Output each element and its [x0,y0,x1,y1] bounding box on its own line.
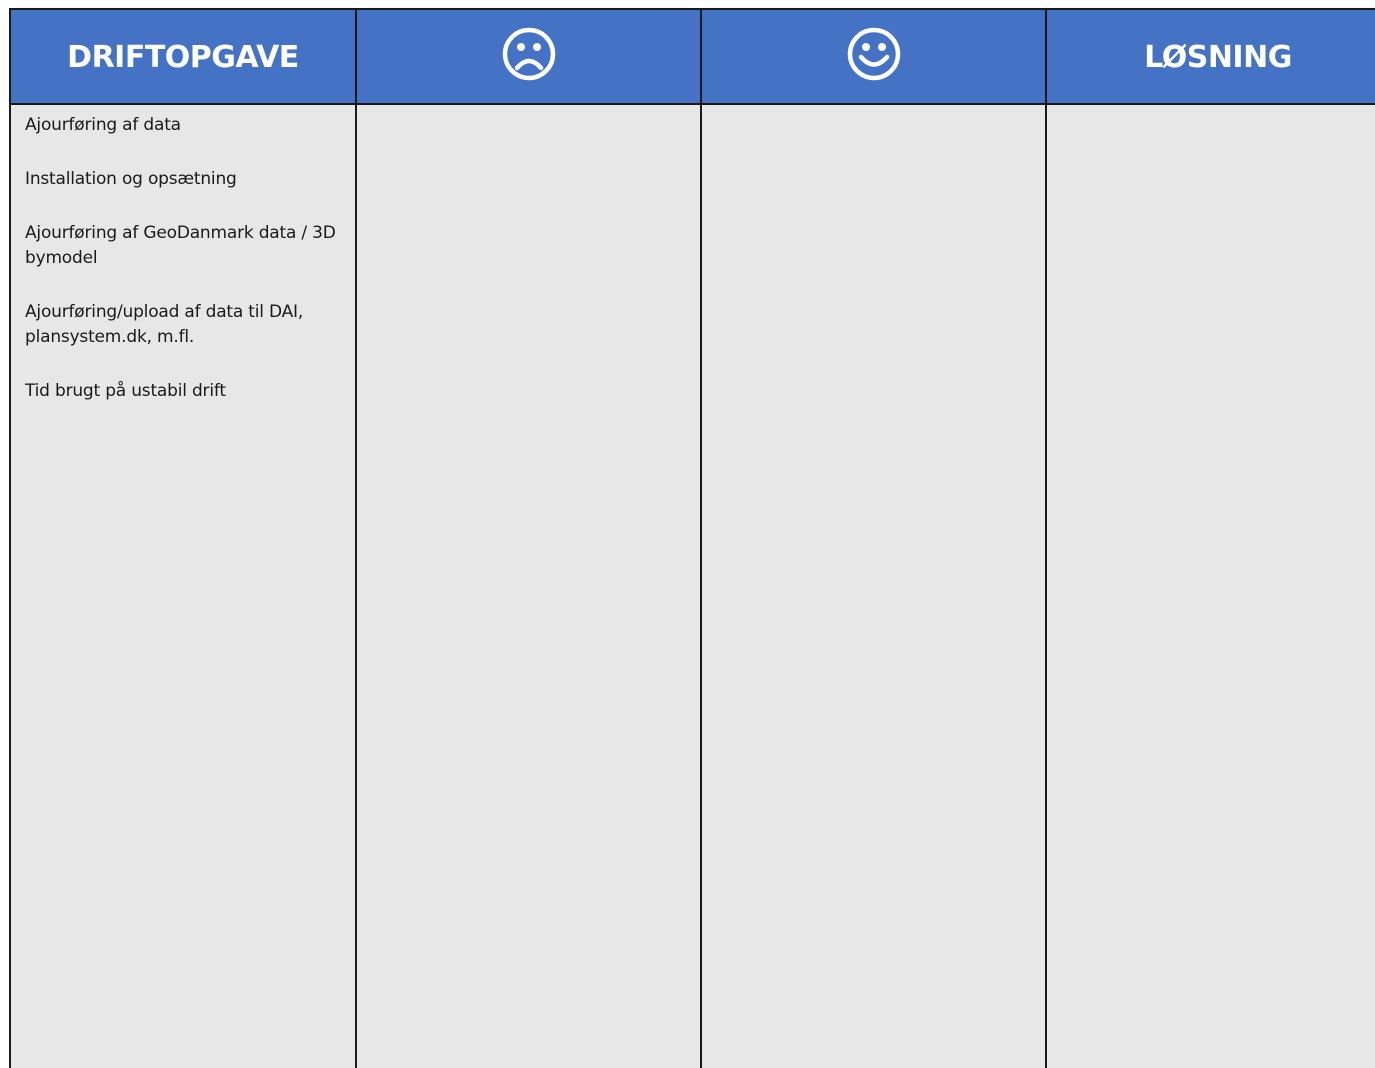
task-item: Installation og opsætning [25,169,237,189]
header-sad [357,10,702,105]
header-happy [702,10,1047,105]
happy-column[interactable] [702,105,1047,1068]
task-board-table: DRIFTOPGAVE LØSNING Ajourføring af data … [9,8,1375,1068]
sad-column[interactable] [357,105,702,1068]
header-driftopgave: DRIFTOPGAVE [11,10,357,105]
losning-column[interactable] [1047,105,1375,1068]
header-losning-label: LØSNING [1144,40,1292,75]
driftopgave-column: Ajourføring af data Installation og opsæ… [11,105,357,1068]
header-losning: LØSNING [1047,10,1375,105]
happy-face-icon [847,27,900,80]
header-driftopgave-label: DRIFTOPGAVE [67,40,299,75]
task-item: Ajourføring af GeoDanmark data / 3D bymo… [25,223,336,268]
task-item: Tid brugt på ustabil drift [25,381,226,401]
task-item: Ajourføring af data [25,115,181,135]
sad-face-icon [502,27,555,80]
task-item: Ajourføring/upload af data til DAI, plan… [25,302,304,347]
